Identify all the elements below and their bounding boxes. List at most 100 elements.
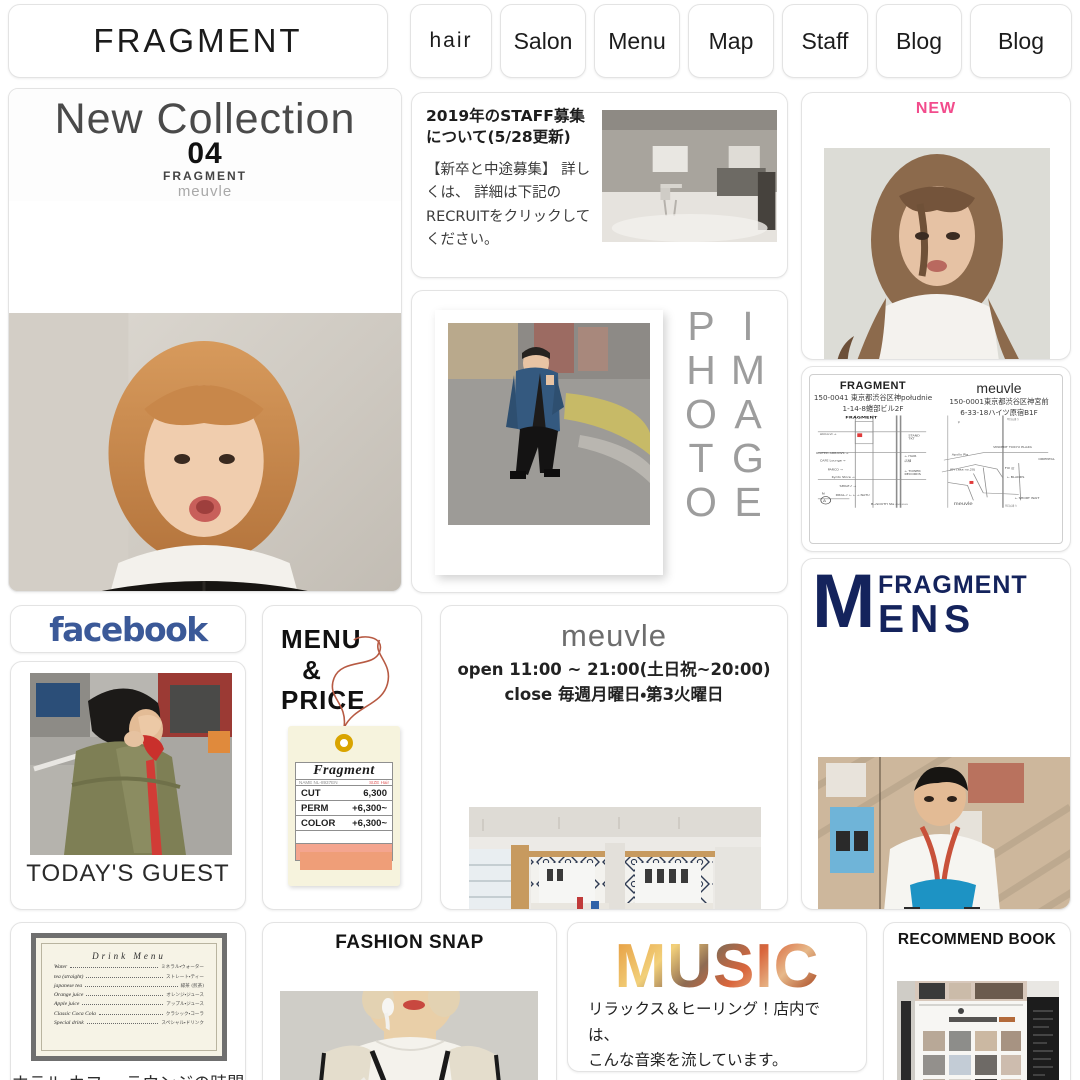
svg-text:A: A	[823, 498, 826, 502]
svg-text:明治通り: 明治通り	[1007, 417, 1020, 420]
drink-item-en: japanese tea	[54, 982, 83, 989]
svg-text:ORIENTAL: ORIENTAL	[1038, 458, 1055, 461]
svg-text:Apollo Pla: Apollo Pla	[952, 453, 969, 456]
meuvle-interior-photo	[469, 807, 761, 909]
meuvle-hours-card[interactable]: meuvle open 11:00 ~ 21:00(土日祝~20:00) clo…	[440, 605, 788, 910]
drink-item-jp: ミネラル・ウォーター	[161, 965, 204, 971]
drink-item-jp: ストレート・ティー	[165, 974, 204, 980]
svg-text:CAFE Lounge →: CAFE Lounge →	[820, 459, 846, 462]
price-row-cut: CUT 6,300	[296, 786, 392, 801]
drink-item-dots	[86, 1023, 159, 1025]
svg-text:VINCENT TOKYU PLAZA: VINCENT TOKYU PLAZA	[993, 446, 1032, 449]
recommend-book-photo	[897, 981, 1059, 1080]
nav-item-staff[interactable]: Staff	[782, 4, 868, 78]
drink-item: Apple juice アップル・ジュース	[54, 1001, 204, 1007]
drink-item: Water ミネラル・ウォーター	[54, 964, 204, 970]
nav-label-salon: Salon	[513, 27, 573, 54]
new-collection-photo	[9, 313, 401, 591]
nav-item-blog-extra[interactable]: Blog	[970, 4, 1072, 78]
nav-label-map: Map	[708, 27, 754, 54]
drink-item-en: Special drink	[54, 1020, 84, 1027]
fragment-mens-card[interactable]: M FRAGMENT ENS	[801, 558, 1071, 910]
price-tag-string	[331, 636, 390, 729]
price-value-perm: +6,300~	[352, 802, 387, 814]
svg-text:← BLANDS: ← BLANDS	[1007, 475, 1025, 478]
recruit-card[interactable]: 2019年のSTAFF募集について(5/28更新) 【新卒と中途募集】 詳しくは…	[411, 92, 788, 278]
fashion-snap-photo	[280, 991, 538, 1080]
drink-item-dots	[86, 995, 164, 997]
nav-item-map[interactable]: Map	[688, 4, 774, 78]
price-row-perm: PERM +6,300~	[296, 801, 392, 816]
drink-item-jp: 緑茶 (煎茶)	[180, 983, 204, 989]
todays-guest-photo	[30, 673, 232, 855]
nav-item-salon[interactable]: Salon	[500, 4, 586, 78]
nav-label-blog-extra: Blog	[997, 27, 1045, 54]
new-collection-number: 04	[187, 137, 223, 170]
recommend-book-title: RECOMMEND BOOK	[897, 931, 1057, 948]
map-card[interactable]: FRAGMENT 150-0041 東京都渋谷区神południe 1-14-8…	[801, 366, 1071, 552]
image-photo-picture	[448, 323, 650, 525]
map-name-meuvle: meuvle	[976, 380, 1022, 396]
drink-item: Classic Coca Cola クラシック・コーラ	[54, 1011, 204, 1017]
svg-text:JOY (aka no.20): JOY (aka no.20)	[949, 468, 976, 471]
nav-item-menu[interactable]: Menu	[594, 4, 680, 78]
new-collection-subbrand: meuvle	[177, 183, 233, 200]
svg-text:← SHORT WAIT: ← SHORT WAIT	[1015, 496, 1040, 499]
svg-text:Almond →: Almond →	[820, 432, 837, 435]
price-tag-footer-band	[300, 852, 392, 870]
drink-item-dots	[70, 967, 159, 969]
mens-logo-fragment: FRAGMENT	[878, 571, 1028, 599]
fashion-snap-card[interactable]: FASHION SNAP	[262, 922, 557, 1080]
drink-menu-title: Drink Menu	[92, 951, 166, 961]
new-style-card[interactable]: NEW	[801, 92, 1071, 360]
menu-price-card[interactable]: MENU & PRICE Fragment NAME NL-8937EN SIZ…	[262, 605, 422, 910]
nav-item-blog[interactable]: Blog	[876, 4, 962, 78]
site-logo[interactable]: FRAGMENT	[8, 4, 388, 78]
svg-text:UNITED ARROWS →: UNITED ARROWS →	[816, 452, 849, 455]
image-photo-label: IMAGE PHOTO	[678, 303, 771, 523]
drink-item-en: Classic Coca Cola	[54, 1010, 96, 1017]
nav-label-menu: Menu	[608, 27, 666, 54]
drink-item-en: Apple juice	[54, 1001, 80, 1008]
meuvle-close-days: close 毎週月曜日・第3火曜日	[504, 685, 724, 704]
drink-item: japanese tea 緑茶 (煎茶)	[54, 983, 204, 989]
homepage-root: FRAGMENT hair Salon Menu Map Staff Blog …	[0, 0, 1080, 1080]
drink-item-jp: スペシャル・ドリンク	[161, 1021, 204, 1027]
todays-guest-card[interactable]: TODAY'S GUEST	[10, 661, 246, 910]
recruit-photo	[601, 110, 777, 242]
map-column-fragment: FRAGMENT 150-0041 東京都渋谷区神południe 1-14-8…	[810, 380, 936, 415]
mens-logo-ens: ENS	[878, 598, 977, 641]
price-tag-sub-left: NAME NL-8937EN	[299, 780, 338, 785]
drink-menu-card[interactable]: Drink Menu Water ミネラル・ウォーター tea (straigh…	[10, 922, 246, 1080]
price-label-perm: PERM	[301, 802, 329, 814]
recommend-book-card[interactable]: RECOMMEND BOOK	[883, 922, 1071, 1080]
price-row-color: COLOR +6,300~	[296, 816, 392, 831]
nav-label-blog: Blog	[895, 27, 943, 54]
music-caption-line2: こんな音楽を流しています。	[588, 1051, 788, 1070]
drink-item-jp: クラシック・コーラ	[165, 1011, 204, 1017]
map-name-fragment: FRAGMENT	[839, 380, 907, 392]
todays-guest-label: TODAY'S GUEST	[26, 860, 230, 887]
drink-item-jp: アップル・ジュース	[166, 1002, 204, 1008]
facebook-link-card[interactable]: facebook	[10, 605, 246, 653]
drink-menu-caption: ホテル・カフェ・ラウンジの時間を	[11, 1069, 245, 1080]
drink-menu-board: Drink Menu Water ミネラル・ウォーター tea (straigh…	[31, 933, 227, 1061]
music-caption-line1: リラックス＆ヒーリング！店内では、	[588, 1000, 821, 1044]
svg-text:店舗: 店舗	[905, 458, 912, 462]
new-collection-card[interactable]: New Collection 04 FRAGMENT meuvle	[8, 88, 402, 592]
svg-text:明治通り: 明治通り	[1005, 504, 1018, 507]
price-table: Fragment NAME NL-8937EN SIZE Hair CUT 6,…	[295, 762, 393, 861]
nav-item-hair[interactable]: hair	[410, 4, 492, 78]
music-card[interactable]: MUSIC リラックス＆ヒーリング！店内では、 こんな音楽を流しています。	[567, 922, 867, 1072]
svg-text:RECORDS: RECORDS	[905, 472, 922, 475]
recruit-title: 2019年のSTAFF募集について(5/28更新)	[426, 107, 585, 147]
svg-text:FIX 店: FIX 店	[1005, 466, 1015, 470]
drink-item-jp: オレンジ・ジュース	[166, 993, 204, 999]
image-photo-card[interactable]: IMAGE PHOTO	[411, 290, 788, 593]
price-table-blank	[296, 831, 392, 844]
music-wordmark-text: MUSIC	[568, 931, 866, 1002]
facebook-logo-text: facebook	[49, 609, 208, 649]
new-style-photo	[824, 148, 1050, 359]
svg-text:B→SOUTH Ste ▭▭▭▭: B→SOUTH Ste ▭▭▭▭	[871, 502, 908, 505]
price-tag-hole	[335, 734, 353, 752]
